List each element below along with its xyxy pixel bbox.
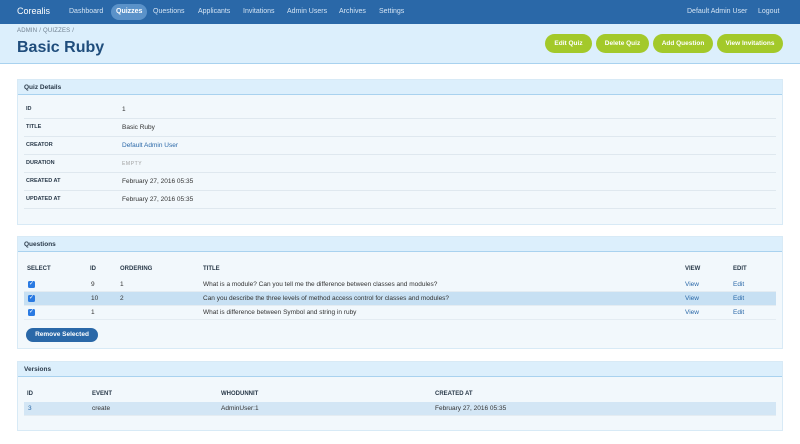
detail-label: ID [26,106,32,112]
question-title: Can you describe the three levels of met… [203,295,450,302]
remove-selected-button[interactable]: Remove Selected [26,328,98,342]
column-header-id: ID [27,391,33,397]
select-checkbox[interactable]: ✓ [28,309,35,316]
page-title: Basic Ruby [17,39,105,56]
nav-item-quizzes[interactable]: Quizzes [111,4,148,20]
detail-value: February 27, 2016 05:35 [122,178,194,185]
column-header-id: ID [90,266,96,272]
question-row: ✓ 10 2 Can you describe the three levels… [24,292,776,306]
nav-item-settings[interactable]: Settings [374,4,409,20]
quiz-details-panel: Quiz Details ID 1 TITLE Basic Ruby CREAT… [17,79,783,225]
question-id: 10 [91,295,99,302]
version-event: create [92,405,111,412]
breadcrumb-separator: / [72,28,75,34]
version-row: 3 create AdminUser:1 February 27, 2016 0… [24,402,776,416]
nav-item-questions[interactable]: Questions [148,4,190,20]
view-link[interactable]: View [685,281,699,288]
detail-label: CREATOR [26,142,53,148]
versions-title: Versions [18,362,782,377]
detail-label: CREATED AT [26,178,61,184]
detail-row-id: ID 1 [24,101,776,119]
breadcrumb-admin[interactable]: ADMIN [17,28,37,34]
view-link[interactable]: View [685,295,699,302]
questions-title: Questions [18,237,782,252]
version-id-link[interactable]: 3 [28,405,32,412]
version-whodunnit: AdminUser:1 [221,405,259,412]
question-title: What is a module? Can you tell me the di… [203,281,438,288]
column-header-title: TITLE [203,266,220,272]
edit-link[interactable]: Edit [733,295,744,302]
detail-row-updated-at: UPDATED AT February 27, 2016 05:35 [24,191,776,209]
question-row: ✓ 1 What is difference between Symbol an… [24,306,776,320]
question-id: 1 [91,309,95,316]
column-header-ordering: ORDERING [120,266,153,272]
detail-value-empty: EMPTY [122,161,143,167]
current-user-link[interactable]: Default Admin User [687,4,747,20]
column-header-select: SELECT [27,266,51,272]
detail-value: Basic Ruby [122,124,155,131]
question-ordering: 1 [120,281,124,288]
breadcrumb: ADMIN / QUIZZES / [17,28,74,34]
view-link[interactable]: View [685,309,699,316]
nav-item-invitations[interactable]: Invitations [238,4,280,20]
breadcrumb-separator: / [39,28,42,34]
question-ordering: 2 [120,295,124,302]
version-created-at: February 27, 2016 05:35 [435,405,507,412]
quiz-details-title: Quiz Details [18,80,782,95]
top-navbar: Corealis Dashboard Quizzes Questions App… [0,0,800,24]
nav-item-archives[interactable]: Archives [334,4,371,20]
versions-panel: Versions ID EVENT WHODUNNIT CREATED AT 3… [17,361,783,431]
creator-link[interactable]: Default Admin User [122,142,178,149]
detail-row-duration: DURATION EMPTY [24,155,776,173]
delete-quiz-button[interactable]: Delete Quiz [596,34,649,53]
column-header-whodunnit: WHODUNNIT [221,391,259,397]
detail-label: UPDATED AT [26,196,61,202]
question-title: What is difference between Symbol and st… [203,309,357,316]
select-checkbox[interactable]: ✓ [28,281,35,288]
detail-label: TITLE [26,124,42,130]
detail-value: February 27, 2016 05:35 [122,196,194,203]
question-id: 9 [91,281,95,288]
questions-panel: Questions SELECT ID ORDERING TITLE VIEW … [17,236,783,349]
column-header-event: EVENT [92,391,113,397]
column-header-view: VIEW [685,266,701,272]
edit-link[interactable]: Edit [733,309,744,316]
column-header-edit: EDIT [733,266,747,272]
detail-row-creator: CREATOR Default Admin User [24,137,776,155]
page-header: ADMIN / QUIZZES / Basic Ruby Edit Quiz D… [0,24,800,64]
logout-link[interactable]: Logout [758,4,779,20]
nav-item-admin-users[interactable]: Admin Users [282,4,332,20]
select-checkbox[interactable]: ✓ [28,295,35,302]
brand-logo[interactable]: Corealis [17,6,50,16]
detail-row-created-at: CREATED AT February 27, 2016 05:35 [24,173,776,191]
add-question-button[interactable]: Add Question [653,34,713,53]
edit-quiz-button[interactable]: Edit Quiz [545,34,592,53]
view-invitations-button[interactable]: View Invitations [717,34,783,53]
column-header-created-at: CREATED AT [435,391,473,397]
breadcrumb-quizzes[interactable]: QUIZZES [43,28,70,34]
question-row: ✓ 9 1 What is a module? Can you tell me … [24,278,776,292]
edit-link[interactable]: Edit [733,281,744,288]
detail-row-title: TITLE Basic Ruby [24,119,776,137]
detail-label: DURATION [26,160,55,166]
nav-item-applicants[interactable]: Applicants [193,4,235,20]
detail-value: 1 [122,106,126,113]
nav-item-dashboard[interactable]: Dashboard [64,4,108,20]
